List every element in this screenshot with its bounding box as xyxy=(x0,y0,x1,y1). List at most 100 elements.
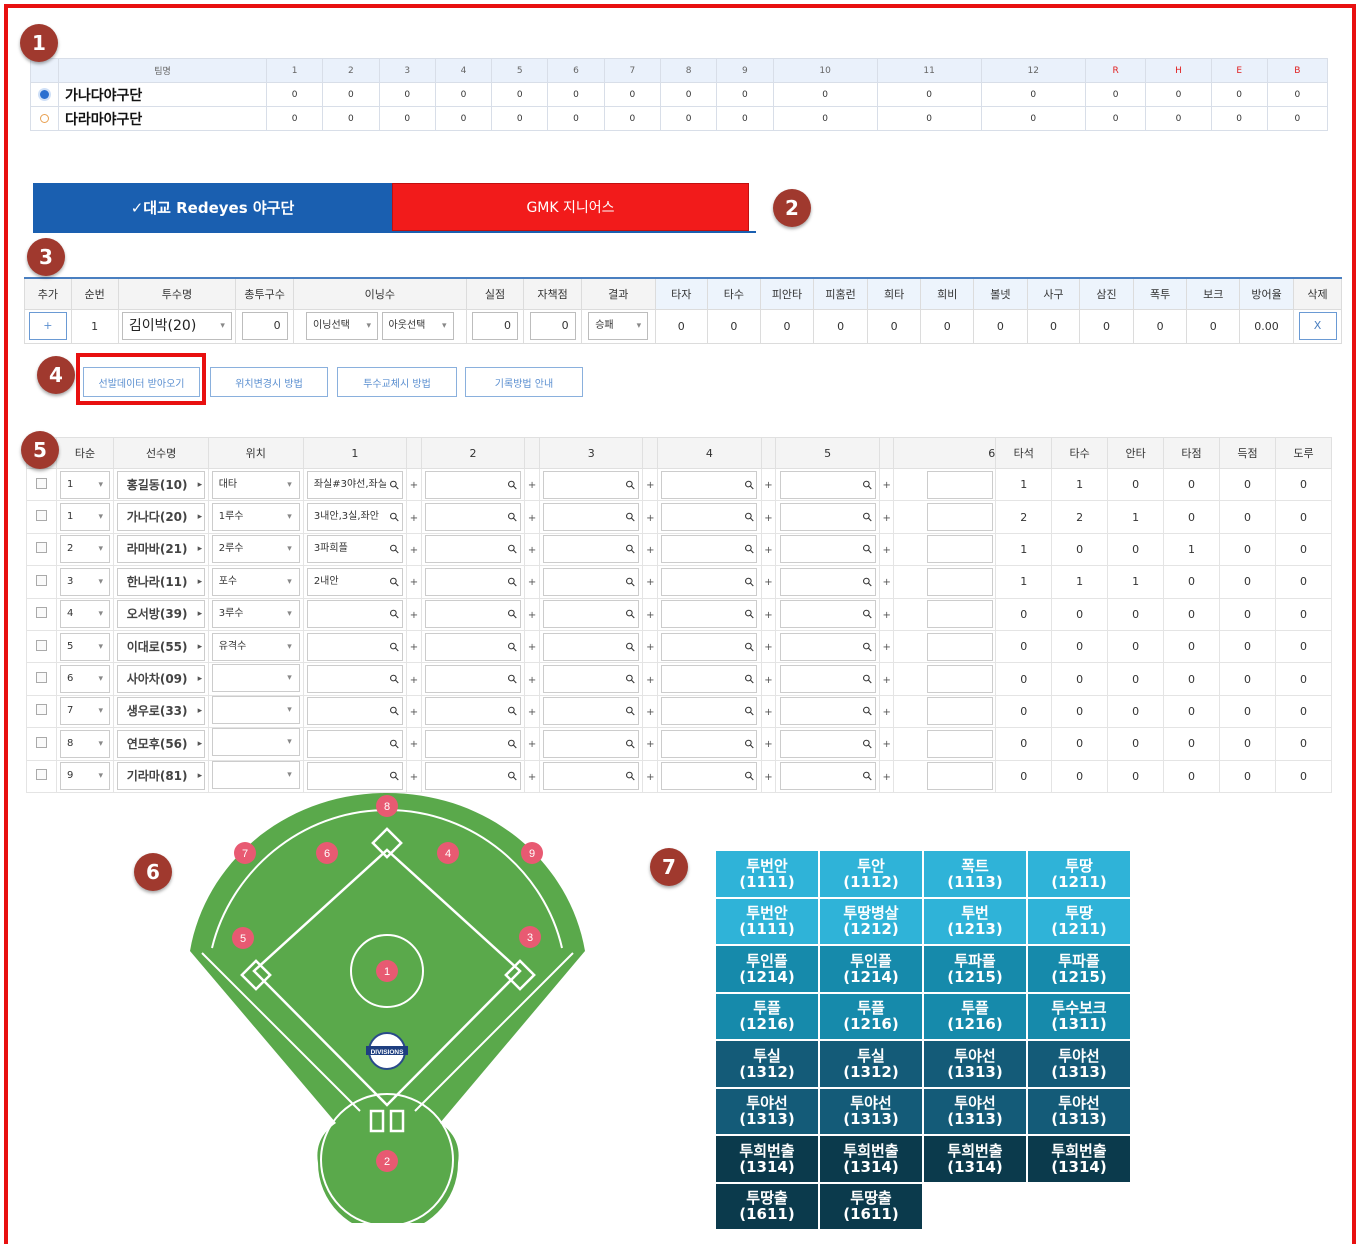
inning-record-input[interactable]: ⚲ xyxy=(661,567,758,596)
pitch-code-button[interactable]: 투번 (1213) xyxy=(924,898,1026,944)
load-starting-data-button[interactable]: 선발데이터 받아오기 xyxy=(83,367,200,397)
batting-order-select[interactable]: 9 xyxy=(60,762,111,791)
search-icon[interactable]: ⚲ xyxy=(736,472,757,497)
inning-record-input[interactable]: ⚲ xyxy=(425,600,521,629)
inning-record-input[interactable]: ⚲ xyxy=(306,632,403,661)
result-select[interactable]: 승패 xyxy=(588,312,649,340)
inning-record-input[interactable]: ⚲ xyxy=(306,665,403,694)
position-select[interactable] xyxy=(211,695,300,724)
inning-record-input[interactable]: ⚲ xyxy=(661,503,758,532)
add-record-icon[interactable]: + xyxy=(646,642,654,653)
inning-record-input[interactable]: ⚲ xyxy=(779,665,876,694)
pitch-code-button[interactable]: 투야선 (1313) xyxy=(1028,1088,1130,1134)
inning-record-input[interactable]: ⚲ xyxy=(306,729,403,758)
inning-record-input[interactable]: ⚲ xyxy=(425,729,521,758)
pitch-count-input[interactable]: 0 xyxy=(241,312,288,340)
inning-record-input[interactable]: ⚲ xyxy=(661,632,758,661)
add-record-icon[interactable]: + xyxy=(646,577,654,588)
position-marker-4[interactable]: 4 xyxy=(437,842,459,864)
inning-record-input[interactable]: ⚲ xyxy=(425,470,521,499)
search-icon[interactable]: ⚲ xyxy=(854,666,875,692)
tab-away-team[interactable]: GMK 지니어스 xyxy=(392,183,749,231)
add-record-icon[interactable]: + xyxy=(410,513,418,524)
pitch-code-button[interactable]: 투번안 (1111) xyxy=(716,898,818,944)
search-icon[interactable]: ⚲ xyxy=(382,699,402,724)
pitch-code-button[interactable]: 폭트 (1113) xyxy=(924,851,1026,897)
inning-record-input[interactable]: ⚲ xyxy=(779,503,876,532)
search-icon[interactable]: ⚲ xyxy=(736,504,757,530)
player-name-select[interactable]: 라마바(21) xyxy=(117,535,206,564)
position-select[interactable]: 대타 xyxy=(211,470,300,499)
position-marker-3[interactable]: 3 xyxy=(519,926,541,948)
inning-record-input[interactable]: ⚲ xyxy=(779,567,876,596)
inning-record-input[interactable]: ⚲ xyxy=(661,762,758,791)
inning-record-input[interactable]: 좌실#3야선,좌실 ⚲ xyxy=(306,470,403,499)
add-record-icon[interactable]: + xyxy=(764,545,772,556)
add-record-icon[interactable]: + xyxy=(764,707,772,718)
position-marker-8[interactable]: 8 xyxy=(376,795,398,817)
row-checkbox[interactable] xyxy=(35,736,47,748)
pitch-code-button[interactable]: 투야선 (1313) xyxy=(820,1088,922,1134)
player-name-select[interactable]: 가나다(20) xyxy=(117,503,206,532)
search-icon[interactable]: ⚲ xyxy=(854,601,875,627)
inning-record-input[interactable]: ⚲ xyxy=(425,535,521,564)
earned-runs-input[interactable]: 0 xyxy=(529,312,576,340)
add-record-icon[interactable]: + xyxy=(764,610,772,621)
add-record-icon[interactable]: + xyxy=(882,739,890,750)
pitch-code-button[interactable]: 투희번출 (1314) xyxy=(716,1136,818,1182)
search-icon[interactable]: ⚲ xyxy=(382,537,402,562)
inning-record-input[interactable]: 2내안 ⚲ xyxy=(306,567,403,596)
out-select[interactable]: 아웃선택 xyxy=(381,312,454,340)
add-record-icon[interactable]: + xyxy=(882,707,890,718)
position-select[interactable]: 포수 xyxy=(211,567,300,596)
row-checkbox[interactable] xyxy=(35,607,47,619)
inning-record-input[interactable]: ⚲ xyxy=(306,600,403,629)
player-name-select[interactable]: 한나라(11) xyxy=(117,567,206,596)
row-checkbox[interactable] xyxy=(35,477,47,489)
add-record-icon[interactable]: + xyxy=(528,642,536,653)
search-icon[interactable]: ⚲ xyxy=(500,666,520,692)
inning-record-input[interactable] xyxy=(927,567,994,596)
search-icon[interactable]: ⚲ xyxy=(618,763,639,789)
inning-record-input[interactable]: ⚲ xyxy=(543,665,640,694)
inning-record-input[interactable]: ⚲ xyxy=(779,600,876,629)
team-radio[interactable] xyxy=(30,82,59,107)
row-checkbox[interactable] xyxy=(35,672,47,684)
inning-record-input[interactable]: ⚲ xyxy=(543,697,640,726)
pitcher-change-help-button[interactable]: 투수교체시 방법 xyxy=(337,367,457,397)
pitch-code-button[interactable]: 투땅 (1211) xyxy=(1028,851,1130,897)
position-marker-9[interactable]: 9 xyxy=(521,842,543,864)
batting-order-select[interactable]: 7 xyxy=(60,697,111,726)
search-icon[interactable]: ⚲ xyxy=(618,569,639,595)
search-icon[interactable]: ⚲ xyxy=(618,601,639,627)
inning-record-input[interactable] xyxy=(927,535,994,564)
position-marker-5[interactable]: 5 xyxy=(232,927,254,949)
add-record-icon[interactable]: + xyxy=(528,707,536,718)
search-icon[interactable]: ⚲ xyxy=(382,666,402,692)
inning-record-input[interactable] xyxy=(927,632,994,661)
search-icon[interactable]: ⚲ xyxy=(618,634,639,659)
add-record-icon[interactable]: + xyxy=(646,513,654,524)
search-icon[interactable]: ⚲ xyxy=(736,731,757,757)
pitch-code-button[interactable]: 투야선 (1313) xyxy=(716,1088,818,1134)
row-checkbox[interactable] xyxy=(35,769,47,781)
inning-record-input[interactable] xyxy=(927,697,994,726)
add-record-icon[interactable]: + xyxy=(410,480,418,491)
player-name-select[interactable]: 홍길동(10) xyxy=(117,470,206,499)
inning-record-input[interactable]: ⚲ xyxy=(543,729,640,758)
search-icon[interactable]: ⚲ xyxy=(382,731,402,757)
inning-record-input[interactable]: ⚲ xyxy=(543,503,640,532)
inning-record-input[interactable]: ⚲ xyxy=(661,697,758,726)
pitch-code-button[interactable]: 투안 (1112) xyxy=(820,851,922,897)
pitcher-name-select[interactable]: 김이박(20) xyxy=(121,312,232,340)
inning-record-input[interactable] xyxy=(927,470,994,499)
batting-order-select[interactable]: 2 xyxy=(60,535,111,564)
inning-record-input[interactable] xyxy=(927,665,994,694)
delete-pitcher-button[interactable]: X xyxy=(1298,312,1337,340)
add-record-icon[interactable]: + xyxy=(410,739,418,750)
search-icon[interactable]: ⚲ xyxy=(500,569,520,595)
add-record-icon[interactable]: + xyxy=(882,675,890,686)
search-icon[interactable]: ⚲ xyxy=(736,763,757,789)
search-icon[interactable]: ⚲ xyxy=(736,569,757,595)
inning-record-input[interactable] xyxy=(927,600,994,629)
